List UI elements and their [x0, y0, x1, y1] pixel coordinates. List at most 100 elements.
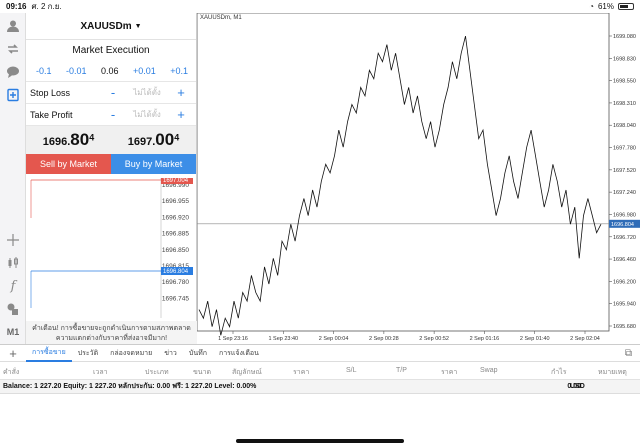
- col-swap: Swap: [480, 367, 498, 374]
- y-tick-label: 1698.830: [613, 56, 636, 62]
- y-tick-label: 1697.520: [613, 168, 636, 174]
- y-tick-label: 1697.780: [613, 146, 636, 152]
- ask-price-sup: 4: [174, 132, 180, 143]
- volume-plus-0.1-button[interactable]: +0.1: [170, 66, 188, 76]
- execution-type[interactable]: Market Execution: [26, 40, 196, 60]
- battery-icon: [618, 3, 634, 10]
- bid-price: 1696.804: [26, 130, 111, 150]
- stop-loss-minus-button[interactable]: -: [106, 85, 120, 100]
- chat-icon[interactable]: [4, 63, 22, 81]
- chevron-down-icon: ▼: [134, 22, 142, 30]
- mini-tick-label: 1696.955: [162, 198, 189, 205]
- x-tick-label: 1 Sep 23:16: [218, 336, 248, 342]
- x-tick-label: 2 Sep 00:52: [419, 336, 449, 342]
- col-sl: S/L: [346, 367, 357, 374]
- ask-price-big: 00: [155, 130, 175, 149]
- mini-tick-label: 1696.920: [162, 214, 189, 221]
- volume-value[interactable]: 0.06: [101, 66, 119, 76]
- stop-loss-label: Stop Loss: [30, 87, 71, 98]
- price-chart-svg: 1699.080 1698.830 1698.550 1698.310 1698.040…: [196, 12, 640, 342]
- terminal-tabs: + การซื้อขาย ประวัติ กล่องจดหมาย ข่าว บั…: [0, 344, 640, 362]
- balance-text: Balance: 1 227.20 Equity: 1 227.20 หลักป…: [3, 383, 257, 390]
- balance-row: Balance: 1 227.20 Equity: 1 227.20 หลักป…: [0, 380, 640, 394]
- sell-by-market-button[interactable]: Sell by Market: [26, 154, 111, 174]
- take-profit-minus-button[interactable]: -: [106, 107, 120, 122]
- y-tick-label: 1698.040: [613, 123, 636, 129]
- col-time: เวลา: [93, 369, 108, 376]
- trade-table-header: คำสั่ง เวลา ประเภท ขนาด สัญลักษณ์ ราคา S…: [0, 362, 640, 380]
- person-icon[interactable]: [4, 17, 22, 35]
- col-symbol: สัญลักษณ์: [232, 369, 262, 376]
- y-tick-label: 1695.940: [613, 302, 636, 308]
- stop-loss-input[interactable]: ไม่ได้ตั้ง: [120, 86, 174, 99]
- y-tick-label: 1696.200: [613, 279, 636, 285]
- mini-tick-label: 1696.745: [162, 295, 189, 302]
- battery-level: [620, 5, 628, 8]
- take-profit-plus-button[interactable]: +: [174, 107, 188, 122]
- y-tick-label: 1698.550: [613, 79, 636, 85]
- col-size: ขนาด: [193, 369, 212, 376]
- function-icon[interactable]: f: [4, 277, 22, 295]
- ask-price-main: 1697.: [127, 136, 156, 148]
- wifi-icon: ◔: [589, 2, 594, 11]
- ask-price: 1697.004: [111, 130, 196, 150]
- mini-ask-tag-label: 1697.004: [163, 178, 189, 184]
- objects-icon[interactable]: [4, 300, 22, 318]
- mini-tick-label: 1696.850: [162, 247, 189, 254]
- col-tp: T/P: [396, 367, 407, 374]
- volume-minus-0.1-button[interactable]: -0.1: [36, 66, 52, 76]
- mini-tick-label: 1696.885: [162, 231, 189, 238]
- take-profit-input[interactable]: ไม่ได้ตั้ง: [120, 108, 174, 121]
- y-tick-label: 1696.720: [613, 235, 636, 241]
- battery-percent: 61%: [597, 2, 614, 11]
- home-indicator[interactable]: [236, 439, 404, 443]
- symbol-selector[interactable]: XAUUSDm ▼: [26, 13, 196, 40]
- status-bar: 09:16 ศ. 2 ก.ย. ◔ 61%: [0, 0, 640, 13]
- take-profit-label: Take Profit: [30, 109, 73, 120]
- col-comment: หมายเหตุ: [598, 369, 627, 376]
- col-price-current: ราคา: [441, 369, 458, 376]
- tab-news[interactable]: ข่าว: [158, 344, 183, 362]
- crosshair-icon[interactable]: [4, 231, 22, 249]
- x-tick-label: 2 Sep 01:16: [470, 336, 500, 342]
- stop-loss-plus-button[interactable]: +: [174, 85, 188, 100]
- symbol-name: XAUUSDm: [80, 20, 132, 32]
- y-tick-label: 1696.980: [613, 212, 636, 218]
- current-price-label: 1696.804: [611, 222, 634, 228]
- collapse-panel-icon[interactable]: ⧉: [625, 348, 632, 359]
- add-order-button[interactable]: +: [0, 346, 26, 361]
- col-order: คำสั่ง: [3, 369, 20, 376]
- volume-minus-0.01-button[interactable]: -0.01: [66, 66, 87, 76]
- status-time: 09:16: [6, 2, 27, 11]
- col-price: ราคา: [293, 369, 310, 376]
- tick-chart: 1696.9901696.9551696.9201696.8851696.850…: [30, 178, 193, 318]
- timeframe-m1[interactable]: M1: [4, 323, 22, 341]
- x-tick-label: 1 Sep 23:40: [268, 336, 298, 342]
- volume-plus-0.01-button[interactable]: +0.01: [133, 66, 156, 76]
- y-tick-label: 1697.240: [613, 190, 636, 196]
- tab-alerts[interactable]: การแจ้งเตือน: [213, 344, 265, 362]
- tool-rail: f M1: [0, 13, 26, 344]
- price-row: 1696.804 1697.004: [26, 126, 196, 154]
- candles-icon[interactable]: [4, 254, 22, 272]
- trade-buttons: Sell by Market Buy by Market: [26, 154, 196, 174]
- x-tick-label: 2 Sep 02:04: [570, 336, 600, 342]
- buy-by-market-button[interactable]: Buy by Market: [111, 154, 196, 174]
- new-order-icon[interactable]: [4, 86, 22, 104]
- bid-price-big: 80: [70, 130, 90, 149]
- exchange-icon[interactable]: [4, 40, 22, 58]
- col-type: ประเภท: [145, 369, 169, 376]
- tab-trade[interactable]: การซื้อขาย: [26, 344, 72, 362]
- bid-price-main: 1696.: [42, 136, 71, 148]
- account-currency: USD: [570, 383, 585, 390]
- tab-journal[interactable]: บันทึก: [183, 344, 213, 362]
- chart-title: XAUUSDm, M1: [200, 15, 242, 21]
- plot-frame: [196, 12, 610, 332]
- order-panel: XAUUSDm ▼ Market Execution -0.1 -0.01 0.…: [26, 13, 197, 347]
- col-profit: กำไร: [551, 369, 567, 376]
- stop-loss-row: Stop Loss - ไม่ได้ตั้ง +: [26, 82, 196, 104]
- price-chart[interactable]: 1699.080 1698.830 1698.550 1698.310 1698.040…: [196, 12, 640, 344]
- tab-mailbox[interactable]: กล่องจดหมาย: [104, 344, 158, 362]
- y-tick-label: 1696.460: [613, 257, 636, 263]
- tab-history[interactable]: ประวัติ: [72, 344, 104, 362]
